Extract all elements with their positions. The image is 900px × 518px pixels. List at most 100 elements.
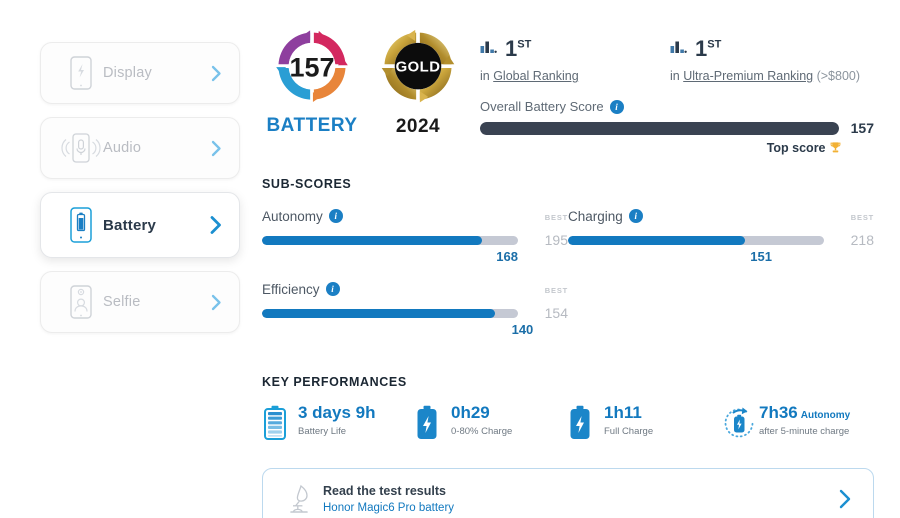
info-icon[interactable]: i bbox=[325, 282, 340, 296]
sub-score-track bbox=[262, 308, 518, 318]
battery-score-page: Display Audio Battery Selfie 157 BATTERY… bbox=[0, 0, 900, 518]
sub-score-best-label: BEST bbox=[544, 286, 568, 295]
overall-score-badge: 157 BATTERY bbox=[262, 28, 362, 137]
ultra-premium-ranking-link[interactable]: Ultra-Premium Ranking bbox=[683, 69, 813, 83]
key-performances-title: KEY PERFORMANCES bbox=[262, 375, 407, 389]
sub-score-value: 140 bbox=[511, 322, 534, 337]
overall-score-bar: 157 bbox=[480, 120, 874, 136]
key-performances-list: 3 days 9h Battery Life 0h29 0-80% Charge bbox=[262, 403, 874, 446]
global-ranking-link[interactable]: Global Ranking bbox=[493, 69, 578, 83]
ranking-caption: in Global Ranking bbox=[480, 69, 579, 83]
key-performance-battery-life: 3 days 9h Battery Life bbox=[262, 403, 415, 446]
sub-scores-list: Autonomy i BEST 195 168 Charging i BEST … bbox=[262, 207, 874, 353]
sidebar-item-audio[interactable]: Audio bbox=[40, 117, 240, 179]
header-row: 157 BATTERY GOLD 2024 1ST in Global Rank… bbox=[262, 28, 874, 155]
badge-score-text: 157 bbox=[290, 52, 335, 82]
ranking-ultra-premium: 1ST in Ultra-Premium Ranking (>$800) bbox=[670, 36, 874, 84]
sub-score-best-value: 154 bbox=[544, 305, 568, 321]
chevron-right-icon bbox=[207, 294, 225, 311]
read-test-results-banner[interactable]: Read the test results Honor Magic6 Pro b… bbox=[262, 468, 874, 518]
chevron-right-icon bbox=[207, 215, 225, 235]
top-score-badge: Top score bbox=[480, 141, 874, 155]
sidebar-item-battery[interactable]: Battery bbox=[40, 192, 240, 258]
key-performance-0-80-charge: 0h29 0-80% Charge bbox=[415, 403, 568, 446]
gold-award-label: GOLD bbox=[396, 60, 441, 76]
sidebar-item-label: Selfie bbox=[103, 294, 141, 310]
info-icon[interactable]: i bbox=[628, 209, 643, 223]
battery-fast-charge-icon bbox=[721, 403, 757, 446]
key-performance-suffix: Autonomy bbox=[800, 410, 851, 421]
info-icon[interactable]: i bbox=[609, 99, 624, 114]
key-performance-label: after 5-minute charge bbox=[759, 426, 850, 437]
phone-microphone-icon bbox=[59, 131, 103, 165]
ranking-global: 1ST in Global Ranking bbox=[480, 36, 670, 84]
battery-full-icon bbox=[262, 403, 296, 446]
key-performance-value: 1h11 bbox=[604, 403, 642, 422]
sub-score-track bbox=[262, 235, 518, 245]
trophy-icon bbox=[829, 141, 842, 155]
sub-score-fill bbox=[262, 308, 495, 318]
key-performance-full-charge: 1h11 Full Charge bbox=[568, 403, 721, 446]
phone-selfie-camera-icon bbox=[59, 285, 103, 319]
ranking-position: 1ST bbox=[695, 36, 722, 61]
overall-score-label: Overall Battery Score i bbox=[480, 99, 874, 114]
gold-award-year: 2024 bbox=[395, 116, 441, 137]
ranking-position: 1ST bbox=[505, 36, 532, 61]
sub-score-name: Efficiency bbox=[262, 281, 320, 297]
key-performance-value: 7h36 Autonomy bbox=[759, 403, 851, 422]
sub-score-fill bbox=[262, 235, 483, 245]
sub-score-charging: Charging i BEST 218 151 bbox=[568, 207, 874, 266]
overall-score-value: 157 bbox=[850, 120, 874, 136]
info-icon[interactable]: i bbox=[328, 209, 343, 223]
sub-scores-title: SUB-SCORES bbox=[262, 177, 352, 191]
sidebar-item-label: Audio bbox=[103, 140, 142, 156]
gold-award-badge: GOLD 2024 bbox=[370, 28, 466, 138]
bar-chart-icon bbox=[670, 38, 687, 59]
sidebar-item-selfie[interactable]: Selfie bbox=[40, 271, 240, 333]
gold-award-icon: GOLD bbox=[381, 29, 455, 103]
sub-score-best-label: BEST bbox=[850, 213, 874, 222]
key-performance-label: Full Charge bbox=[604, 426, 654, 437]
main-content: 157 BATTERY GOLD 2024 1ST in Global Rank… bbox=[262, 28, 874, 518]
sub-score-name: Charging bbox=[568, 208, 623, 224]
phone-display-icon bbox=[59, 56, 103, 90]
sidebar-item-label: Display bbox=[103, 65, 152, 81]
sidebar-item-label: Battery bbox=[103, 216, 157, 234]
phone-battery-icon bbox=[59, 207, 103, 243]
ranking-caption: in Ultra-Premium Ranking (>$800) bbox=[670, 69, 861, 83]
sub-score-autonomy: Autonomy i BEST 195 168 bbox=[262, 207, 568, 266]
sub-score-name: Autonomy bbox=[262, 208, 323, 224]
dxomark-score-ring-icon: 157 bbox=[276, 30, 348, 102]
key-performance-label: 0-80% Charge bbox=[451, 426, 513, 437]
sub-score-track bbox=[568, 235, 824, 245]
sub-score-best-value: 195 bbox=[544, 232, 568, 248]
key-performance-value: 3 days 9h bbox=[298, 403, 376, 422]
sub-score-fill bbox=[568, 235, 745, 245]
cta-title: Read the test results bbox=[323, 484, 446, 498]
battery-charging-icon bbox=[568, 403, 602, 446]
chevron-right-icon bbox=[207, 65, 225, 82]
ranking-price-note: (>$800) bbox=[813, 69, 861, 83]
rankings-row: 1ST in Global Ranking 1ST in Ultra-Premi… bbox=[480, 36, 874, 84]
bar-chart-icon bbox=[480, 38, 497, 59]
key-performance-value: 0h29 bbox=[451, 403, 490, 422]
rankings-area: 1ST in Global Ranking 1ST in Ultra-Premi… bbox=[480, 28, 874, 155]
cta-subtitle: Honor Magic6 Pro battery bbox=[323, 502, 455, 514]
ranking-position-suffix: ST bbox=[707, 38, 722, 51]
microscope-icon bbox=[279, 483, 323, 515]
sub-score-efficiency: Efficiency i BEST 154 140 bbox=[262, 280, 568, 339]
badge-category-label: BATTERY bbox=[266, 115, 358, 136]
key-performance-label: Battery Life bbox=[298, 426, 347, 437]
sub-score-value: 151 bbox=[750, 249, 772, 264]
chevron-right-icon bbox=[207, 140, 225, 157]
sidebar-nav: Display Audio Battery Selfie bbox=[40, 42, 240, 346]
sub-score-best-label: BEST bbox=[544, 213, 568, 222]
sub-score-best-value: 218 bbox=[850, 232, 874, 248]
chevron-right-icon[interactable] bbox=[835, 488, 855, 510]
sub-score-value: 168 bbox=[496, 249, 519, 264]
overall-score-track bbox=[480, 121, 839, 135]
overall-score-fill bbox=[480, 121, 839, 135]
key-performance-after-5-minute-charge: 7h36 Autonomy after 5-minute charge bbox=[721, 403, 874, 446]
ranking-position-suffix: ST bbox=[517, 38, 532, 51]
sidebar-item-display[interactable]: Display bbox=[40, 42, 240, 104]
